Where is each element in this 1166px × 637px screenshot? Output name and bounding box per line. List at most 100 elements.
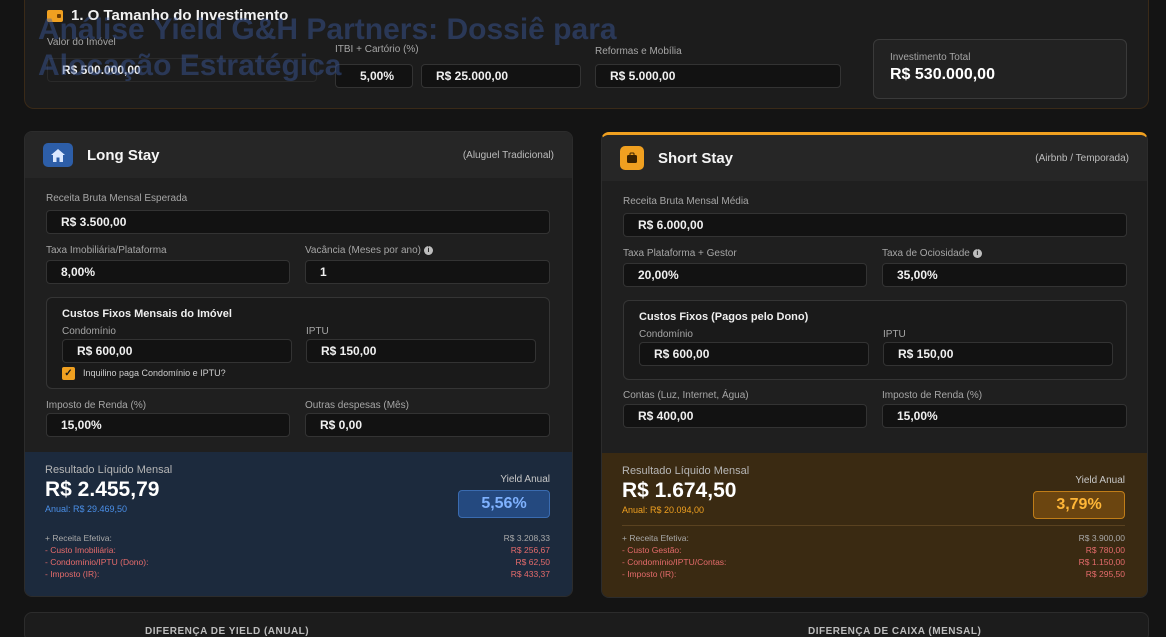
investment-section: 1. O Tamanho do Investimento Valor do Im… (24, 0, 1149, 109)
short-stay-subtitle: (Airbnb / Temporada) (1035, 152, 1129, 164)
breakdown-label: - Custo Gestão: (622, 545, 682, 555)
long-vacancy-label-text: Vacância (Meses por ano) (305, 245, 421, 256)
itbi-value-field: R$ 25.000,00 (421, 64, 581, 88)
breakdown-value: R$ 3.208,33 (503, 533, 550, 543)
long-condo-label: Condomínio (62, 326, 116, 337)
info-icon[interactable]: i (972, 248, 982, 258)
short-stay-title: Short Stay (658, 149, 734, 167)
short-fee-label: Taxa Plataforma + Gestor (623, 248, 737, 259)
long-stay-header: Long Stay (Aluguel Tradicional) (25, 132, 572, 178)
breakdown-label: + Receita Efetiva: (622, 533, 689, 543)
long-condo-input[interactable]: R$ 600,00 (62, 339, 292, 363)
long-stay-card: Long Stay (Aluguel Tradicional) Receita … (24, 131, 573, 597)
long-fixed-costs-box: Custos Fixos Mensais do Imóvel Condomíni… (46, 297, 550, 389)
long-vacancy-label: Vacância (Meses por ano) i (305, 245, 433, 256)
property-value-input[interactable]: R$ 500.000,00 (47, 58, 317, 82)
long-stay-title: Long Stay (87, 146, 160, 164)
long-breakdown-row: - Custo Imobiliária: R$ 256,67 (45, 544, 550, 556)
short-fixed-title: Custos Fixos (Pagos pelo Dono) (639, 311, 809, 323)
long-fee-label: Taxa Imobiliária/Plataforma (46, 245, 167, 256)
long-yield-value: 5,56% (458, 490, 550, 518)
info-icon[interactable]: i (423, 245, 433, 255)
breakdown-value: R$ 3.900,00 (1078, 533, 1125, 543)
long-revenue-input[interactable]: R$ 3.500,00 (46, 210, 550, 234)
breakdown-value: R$ 1.150,00 (1078, 557, 1125, 567)
long-other-input[interactable]: R$ 0,00 (305, 413, 550, 437)
total-value: R$ 530.000,00 (890, 66, 995, 83)
short-bills-label: Contas (Luz, Internet, Água) (623, 390, 749, 401)
section-title-text: 1. O Tamanho do Investimento (71, 7, 289, 24)
short-fixed-costs-box: Custos Fixos (Pagos pelo Dono) Condomíni… (623, 300, 1127, 380)
long-stay-subtitle: (Aluguel Tradicional) (462, 149, 554, 161)
short-iptu-label: IPTU (883, 329, 906, 340)
short-yield-value: 3,79% (1033, 491, 1125, 519)
short-yield-label: Yield Anual (1075, 475, 1125, 486)
short-tax-input[interactable]: 15,00% (882, 404, 1127, 428)
section-title: 1. O Tamanho do Investimento (47, 7, 288, 24)
long-iptu-label: IPTU (306, 326, 329, 337)
home-icon (43, 143, 73, 167)
yield-diff-label: DIFERENÇA DE YIELD (ANUAL) (145, 626, 310, 637)
breakdown-label: - Imposto (IR): (622, 569, 677, 579)
long-fixed-title: Custos Fixos Mensais do Imóvel (62, 308, 232, 320)
long-other-label: Outras despesas (Mês) (305, 400, 409, 411)
total-investment-box: Investimento Total R$ 530.000,00 (873, 39, 1127, 99)
wallet-icon (47, 9, 63, 22)
short-breakdown-row: - Custo Gestão: R$ 780,00 (622, 544, 1125, 556)
long-breakdown: + Receita Efetiva: R$ 3.208,33 - Custo Im… (45, 532, 550, 580)
short-revenue-input[interactable]: R$ 6.000,00 (623, 213, 1127, 237)
breakdown-label: - Condomínio/IPTU/Contas: (622, 557, 727, 567)
breakdown-value: R$ 433,37 (510, 569, 550, 579)
tenant-pays-row[interactable]: ✓ Inquilino paga Condomínio e IPTU? (62, 367, 226, 380)
short-idle-label-text: Taxa de Ociosidade (882, 248, 970, 259)
breakdown-value: R$ 62,50 (515, 557, 551, 567)
reforms-label: Reformas e Mobília (595, 46, 682, 57)
check-icon[interactable]: ✓ (62, 367, 75, 380)
long-iptu-input[interactable]: R$ 150,00 (306, 339, 536, 363)
breakdown-value: R$ 256,67 (510, 545, 550, 555)
short-breakdown-row: - Imposto (IR): R$ 295,50 (622, 568, 1125, 580)
short-fee-input[interactable]: 20,00% (623, 263, 867, 287)
short-breakdown-row: + Receita Efetiva: R$ 3.900,00 (622, 532, 1125, 544)
short-tax-label: Imposto de Renda (%) (882, 390, 983, 401)
long-tax-input[interactable]: 15,00% (46, 413, 290, 437)
long-tax-label: Imposto de Renda (%) (46, 400, 147, 411)
reforms-input[interactable]: R$ 5.000,00 (595, 64, 841, 88)
itbi-percent-input[interactable]: 5,00% (335, 64, 413, 88)
long-vacancy-input[interactable]: 1 (305, 260, 550, 284)
breakdown-label: + Receita Efetiva: (45, 533, 112, 543)
short-stay-card: Short Stay (Airbnb / Temporada) Receita … (601, 132, 1148, 598)
breakdown-label: - Imposto (IR): (45, 569, 100, 579)
difference-strip: DIFERENÇA DE YIELD (ANUAL) DIFERENÇA DE … (24, 612, 1149, 637)
breakdown-value: R$ 295,50 (1085, 569, 1125, 579)
breakdown-label: - Custo Imobiliária: (45, 545, 116, 555)
total-label: Investimento Total (890, 52, 971, 63)
suitcase-icon (620, 146, 644, 170)
short-breakdown: + Receita Efetiva: R$ 3.900,00 - Custo Ge… (622, 525, 1125, 580)
long-revenue-label: Receita Bruta Mensal Esperada (46, 193, 188, 204)
short-revenue-label: Receita Bruta Mensal Média (623, 196, 749, 207)
breakdown-label: - Condomínio/IPTU (Dono): (45, 557, 149, 567)
short-idle-input[interactable]: 35,00% (882, 263, 1127, 287)
short-idle-label: Taxa de Ociosidade i (882, 248, 982, 259)
short-stay-header: Short Stay (Airbnb / Temporada) (602, 135, 1147, 181)
cash-diff-label: DIFERENÇA DE CAIXA (MENSAL) (808, 626, 982, 637)
short-yield-box: Yield Anual 3,79% (1033, 475, 1125, 519)
short-bills-input[interactable]: R$ 400,00 (623, 404, 867, 428)
short-iptu-input[interactable]: R$ 150,00 (883, 342, 1113, 366)
long-breakdown-row: - Condomínio/IPTU (Dono): R$ 62,50 (45, 556, 550, 568)
short-condo-input[interactable]: R$ 600,00 (639, 342, 869, 366)
short-breakdown-row: - Condomínio/IPTU/Contas: R$ 1.150,00 (622, 556, 1125, 568)
property-value-label: Valor do Imóvel (47, 37, 116, 48)
short-result-panel: Resultado Líquido Mensal R$ 1.674,50 Anu… (602, 453, 1147, 597)
long-breakdown-row: + Receita Efetiva: R$ 3.208,33 (45, 532, 550, 544)
short-condo-label: Condomínio (639, 329, 693, 340)
tenant-pays-label: Inquilino paga Condomínio e IPTU? (83, 367, 226, 378)
breakdown-value: R$ 780,00 (1085, 545, 1125, 555)
itbi-label: ITBI + Cartório (%) (335, 44, 419, 55)
long-fee-input[interactable]: 8,00% (46, 260, 290, 284)
long-yield-label: Yield Anual (500, 474, 550, 485)
long-result-panel: Resultado Líquido Mensal R$ 2.455,79 Anu… (25, 452, 572, 596)
long-breakdown-row: - Imposto (IR): R$ 433,37 (45, 568, 550, 580)
long-yield-box: Yield Anual 5,56% (458, 474, 550, 518)
